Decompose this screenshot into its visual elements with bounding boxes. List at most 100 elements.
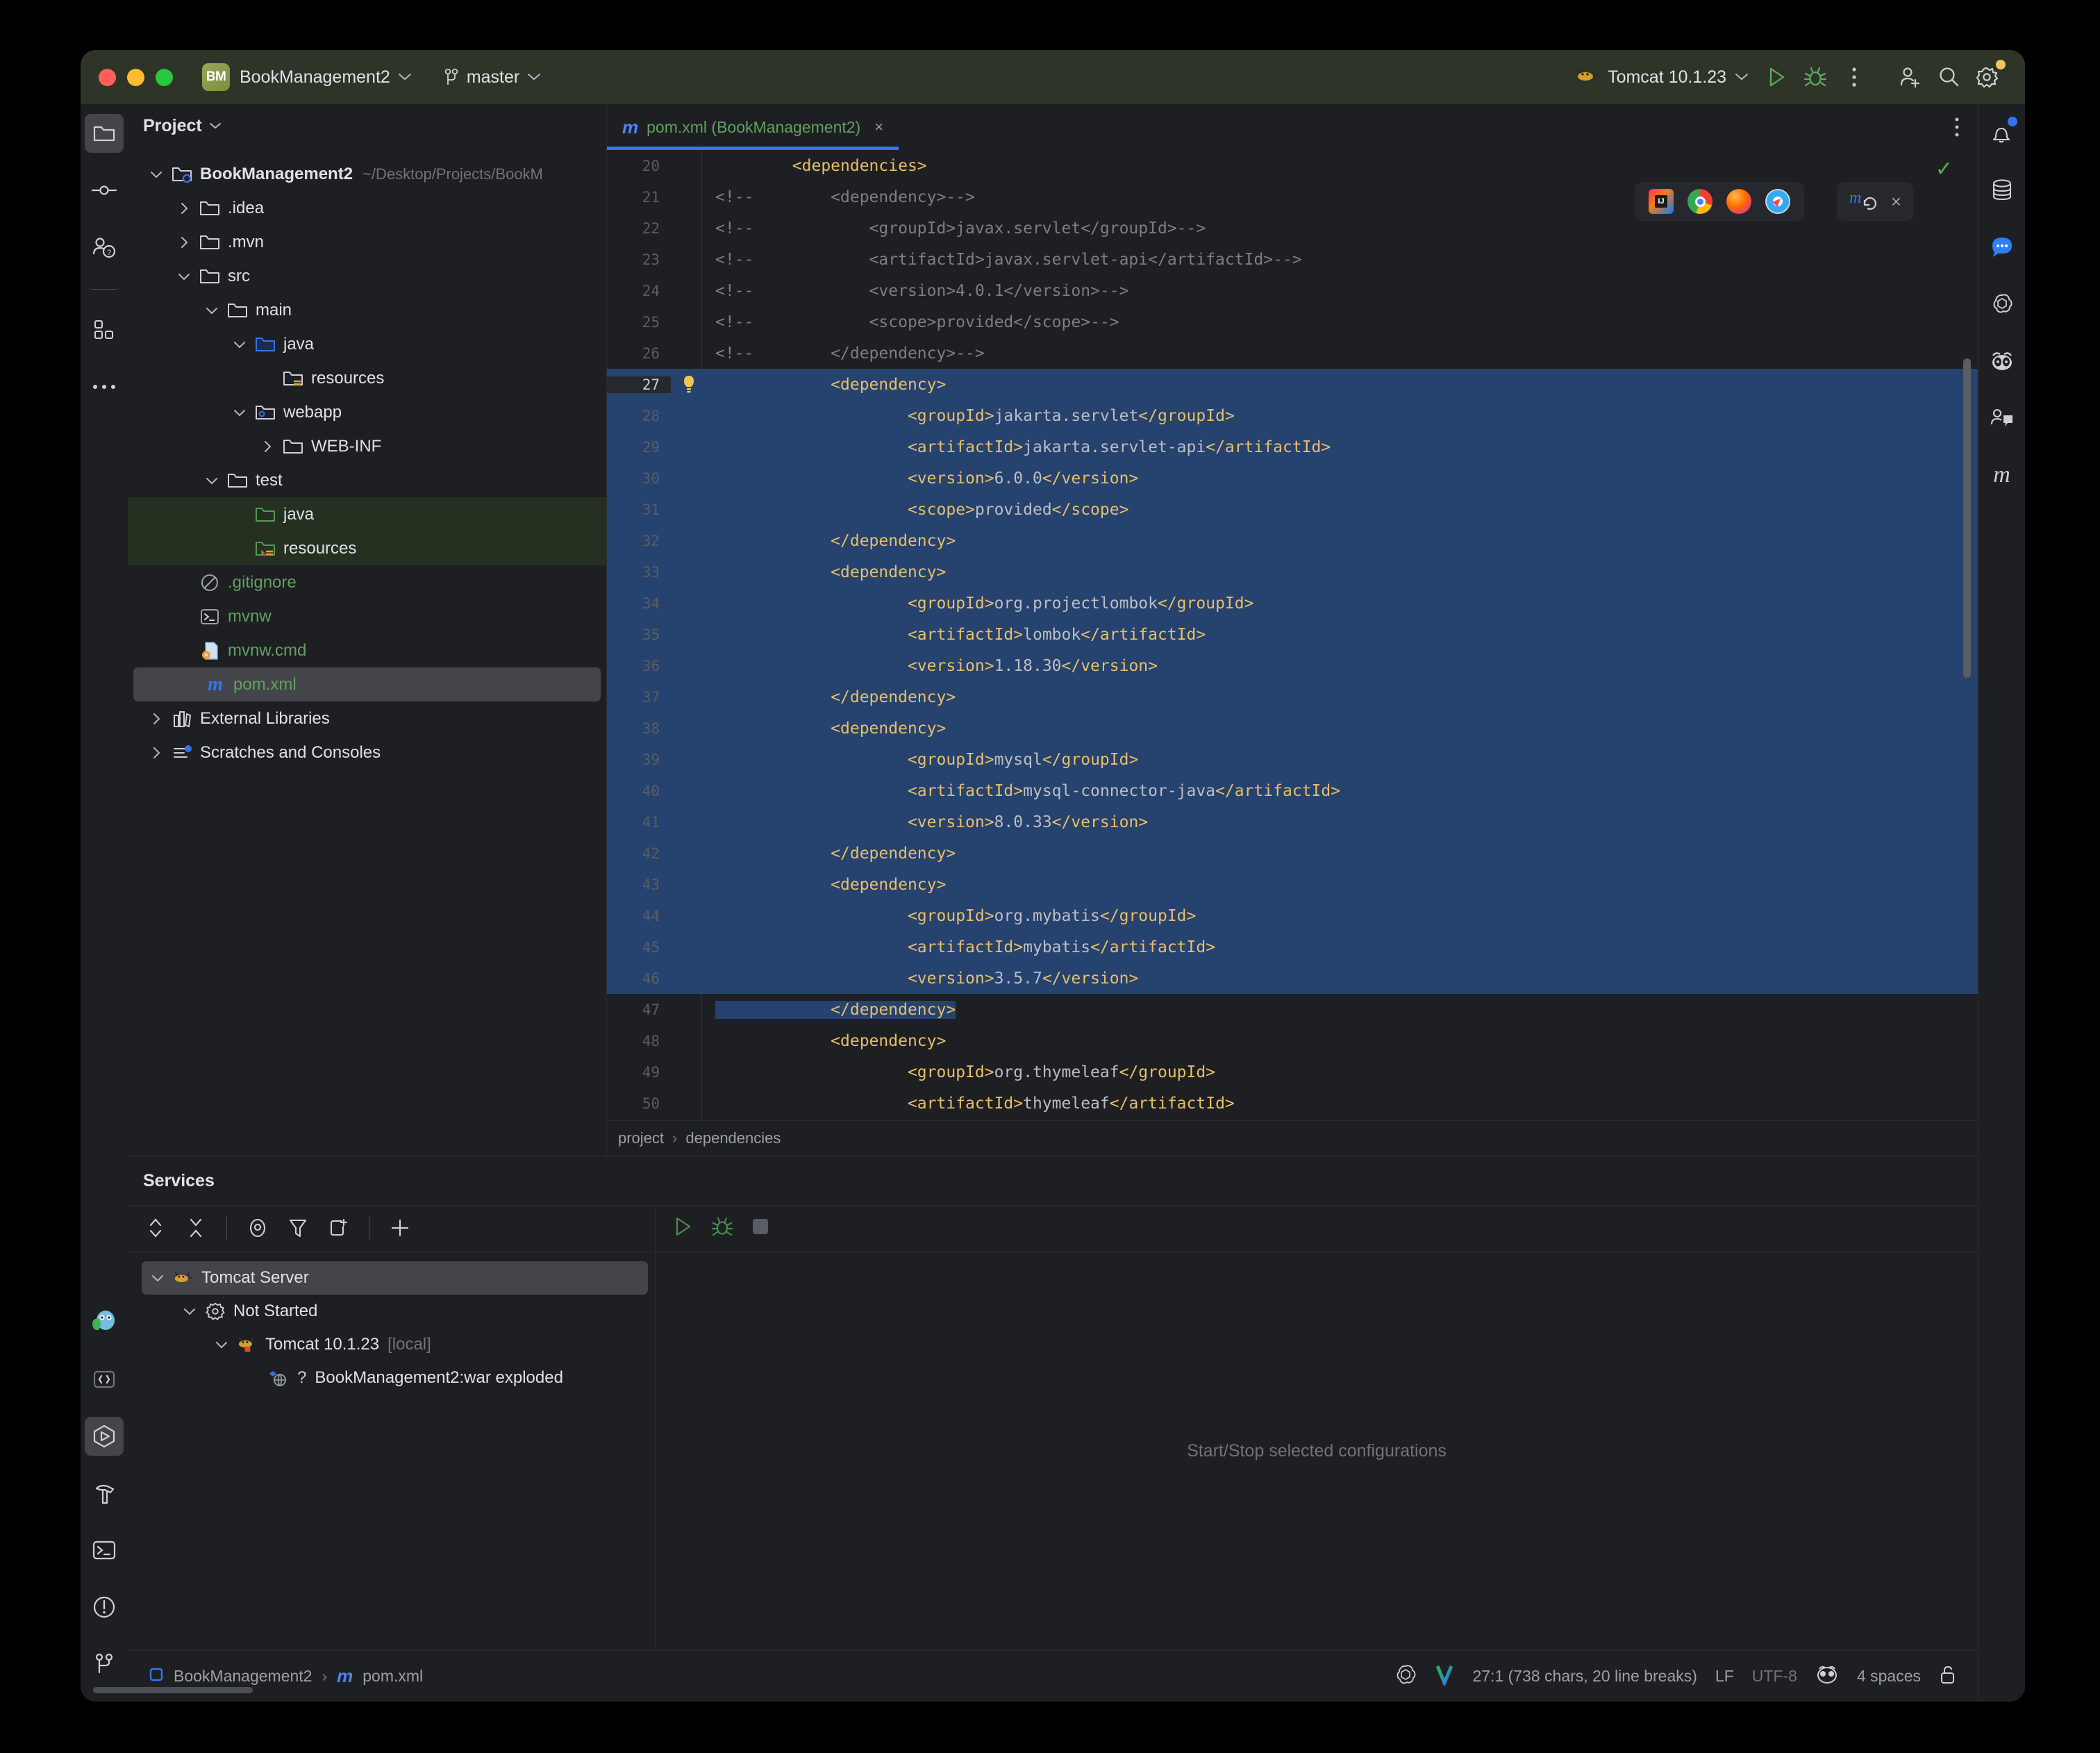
code-line[interactable]: 39 <groupId>mysql</groupId> — [607, 744, 1978, 775]
code-line[interactable]: 44 <groupId>org.mybatis</groupId> — [607, 900, 1978, 931]
project-tree-item[interactable]: BookManagement2~/Desktop/Projects/BookM — [128, 157, 606, 191]
tree-twisty-right-icon[interactable] — [256, 440, 279, 454]
tree-twisty-right-icon[interactable] — [172, 201, 196, 215]
code-line[interactable]: 26<!-- </dependency>--> — [607, 338, 1978, 369]
sidebar-item-services[interactable] — [85, 1417, 124, 1456]
tree-twisty-down-icon[interactable] — [200, 306, 224, 315]
breadcrumb-item-project[interactable]: project — [618, 1129, 664, 1147]
firefox-icon[interactable] — [1726, 189, 1751, 214]
intention-bulb-icon[interactable] — [671, 374, 707, 395]
search-button[interactable] — [1929, 58, 1968, 97]
project-tree-item[interactable]: mvnw — [128, 599, 606, 633]
run-button[interactable] — [1757, 58, 1796, 97]
safari-icon[interactable] — [1765, 189, 1790, 214]
code-line[interactable]: 42 </dependency> — [607, 838, 1978, 869]
tree-twisty-down-icon[interactable] — [200, 476, 224, 485]
caret-position-label[interactable]: 27:1 (738 chars, 20 line breaks) — [1472, 1667, 1697, 1686]
code-line[interactable]: 48 <dependency> — [607, 1025, 1978, 1056]
editor-tab-options-button[interactable] — [1954, 104, 1978, 150]
project-tree-item[interactable]: java — [128, 327, 606, 361]
sidebar-item-project[interactable] — [85, 114, 124, 153]
collapse-all-button[interactable] — [179, 1211, 212, 1245]
code-line[interactable]: 47 </dependency> — [607, 994, 1978, 1025]
status-file-label[interactable]: pom.xml — [362, 1667, 423, 1686]
services-tree-item[interactable]: Tomcat 10.1.23[local] — [128, 1328, 655, 1361]
sidebar-item-more[interactable] — [85, 367, 124, 406]
vcs-checkmark-icon[interactable] — [1435, 1663, 1454, 1690]
code-line[interactable]: 35 <artifactId>lombok</artifactId> — [607, 619, 1978, 650]
chrome-icon[interactable] — [1688, 189, 1712, 214]
debug-button[interactable] — [711, 1215, 733, 1241]
project-tree-item[interactable]: mvnw.cmd — [128, 633, 606, 667]
project-panel-header[interactable]: Project — [128, 104, 606, 147]
project-tree-item[interactable]: resources — [128, 531, 606, 565]
tree-twisty-down-icon[interactable] — [178, 1306, 201, 1316]
code-line[interactable]: 20 <dependencies> — [607, 150, 1978, 181]
tree-twisty-down-icon[interactable] — [228, 408, 251, 417]
unlocked-lock-icon[interactable] — [1939, 1664, 1957, 1689]
sidebar-item-structure[interactable] — [85, 310, 124, 349]
settings-button[interactable] — [1968, 58, 2007, 97]
project-tree-item[interactable]: main — [128, 293, 606, 327]
code-line[interactable]: 30 <version>6.0.0</version> — [607, 463, 1978, 494]
tree-twisty-down-icon[interactable] — [144, 169, 168, 179]
breadcrumb-item-dependencies[interactable]: dependencies — [685, 1129, 781, 1147]
code-line[interactable]: 43 <dependency> — [607, 869, 1978, 900]
tree-twisty-down-icon[interactable] — [146, 1273, 169, 1283]
editor-vertical-scrollbar[interactable] — [1963, 358, 1971, 678]
code-line[interactable]: 40 <artifactId>mysql-connector-java</art… — [607, 775, 1978, 806]
openai-assistant-button[interactable] — [1983, 285, 2022, 324]
sidebar-item-build[interactable] — [85, 1474, 124, 1513]
services-tree-item[interactable]: ?BookManagement2:war exploded — [128, 1361, 655, 1395]
sidebar-item-version-control[interactable] — [85, 1645, 124, 1684]
sidebar-item-terminal[interactable] — [85, 1531, 124, 1570]
tab-pom-xml[interactable]: m pom.xml (BookManagement2) × — [607, 104, 899, 150]
inspection-status-icon[interactable]: ✓ — [1935, 157, 1953, 181]
maven-reload-icon[interactable]: m — [1849, 188, 1878, 216]
maximize-window-button[interactable] — [156, 69, 173, 86]
tree-twisty-down-icon[interactable] — [210, 1340, 233, 1349]
line-separator-label[interactable]: LF — [1715, 1667, 1734, 1686]
sidebar-item-ai-assistant[interactable]: ? — [85, 228, 124, 267]
debug-button[interactable] — [1796, 58, 1835, 97]
sidebar-item-commit[interactable] — [85, 171, 124, 210]
code-lines[interactable]: 20 <dependencies>21<!-- <dependency>-->2… — [607, 150, 1978, 1120]
indent-label[interactable]: 4 spaces — [1857, 1667, 1921, 1686]
code-line[interactable]: 23<!-- <artifactId>javax.servlet-api</ar… — [607, 244, 1978, 275]
project-tree-item[interactable]: resources — [128, 361, 606, 395]
code-line[interactable]: 45 <artifactId>mybatis</artifactId> — [607, 931, 1978, 963]
expand-all-button[interactable] — [139, 1211, 172, 1245]
project-tree-item[interactable]: webapp — [128, 395, 606, 429]
code-with-me-button[interactable] — [1983, 399, 2022, 438]
code-line[interactable]: 50 <artifactId>thymeleaf</artifactId> — [607, 1088, 1978, 1119]
project-tree-item[interactable]: src — [128, 259, 606, 293]
code-line[interactable]: 36 <version>1.18.30</version> — [607, 650, 1978, 681]
code-line[interactable]: 49 <groupId>org.thymeleaf</groupId> — [607, 1056, 1978, 1088]
project-tree-item[interactable]: java — [128, 497, 606, 531]
encoding-label[interactable]: UTF-8 — [1752, 1667, 1797, 1686]
services-tree-item[interactable]: Tomcat Server — [142, 1261, 648, 1295]
close-window-button[interactable] — [99, 69, 116, 86]
status-project-label[interactable]: BookManagement2 — [174, 1667, 312, 1686]
project-tree-item[interactable]: .idea — [128, 191, 606, 225]
minimize-window-button[interactable] — [127, 69, 144, 86]
more-options-button[interactable] — [1835, 58, 1874, 97]
code-line[interactable]: 29 <artifactId>jakarta.servlet-api</arti… — [607, 431, 1978, 463]
copilot-icon[interactable] — [1815, 1665, 1839, 1688]
sidebar-item-endpoints[interactable] — [85, 1360, 124, 1399]
stop-button[interactable] — [751, 1218, 769, 1239]
show-hide-button[interactable] — [241, 1211, 274, 1245]
project-tree-item[interactable]: mpom.xml — [133, 667, 601, 701]
github-copilot-button[interactable] — [1983, 342, 2022, 381]
tree-twisty-down-icon[interactable] — [172, 272, 196, 281]
group-button[interactable] — [322, 1211, 355, 1245]
tree-twisty-right-icon[interactable] — [172, 235, 196, 249]
services-tree-item[interactable]: Not Started — [128, 1295, 655, 1328]
code-line[interactable]: 33 <dependency> — [607, 556, 1978, 588]
code-editor[interactable]: 20 <dependencies>21<!-- <dependency>-->2… — [607, 150, 1978, 1120]
project-tree-item[interactable]: External Libraries — [128, 701, 606, 736]
sidebar-item-profiler[interactable] — [85, 1303, 124, 1342]
services-tree[interactable]: Tomcat ServerNot StartedTomcat 10.1.23[l… — [128, 1252, 655, 1651]
close-icon[interactable]: × — [1891, 191, 1901, 213]
project-tree-item[interactable]: Scratches and Consoles — [128, 736, 606, 770]
